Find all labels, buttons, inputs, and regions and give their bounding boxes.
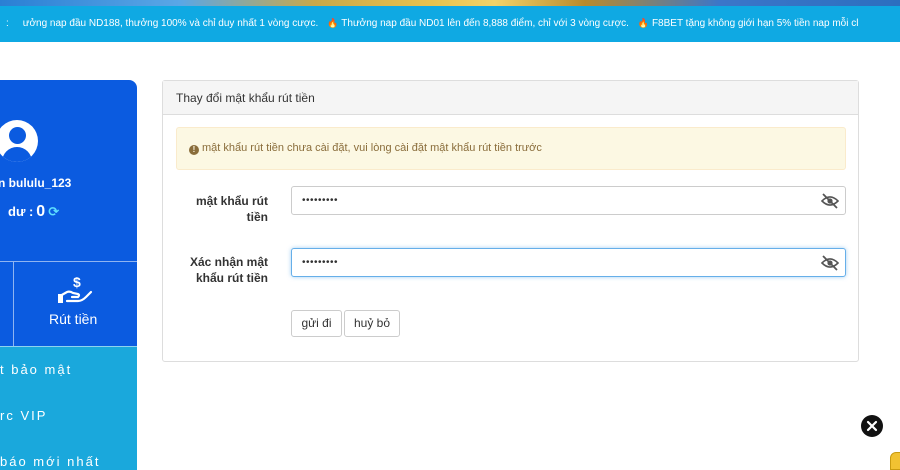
username: n bululu_123 [0,176,72,190]
balance-value: 0 [36,203,46,220]
confirm-label-line1: Xác nhận mật [189,255,268,269]
marquee-message: F8BET tặng không giới hạn 5% tiền nap mỗ… [651,18,859,29]
announcement-marquee: : ưởng nap đầu ND188, thưởng 100% và chỉ … [0,6,900,42]
password-label-line1: mật khẩu rút [195,194,268,208]
avatar[interactable] [0,120,38,162]
sidebar-item-news[interactable]: báo mới nhất [0,454,100,469]
close-popup-button[interactable] [861,415,883,437]
sidebar-item-security[interactable]: t bảo mật [0,362,72,377]
fire-icon: 🔥 [327,18,339,28]
account-sidebar: n bululu_123 dư :0 ⟳ $ Rút tiền t bảo mật… [0,80,137,470]
confirm-password-label: Xác nhận mật khẩu rút tiền [168,254,268,286]
balance-label: dư : [8,204,34,219]
exclamation-icon: ! [189,145,199,155]
actions-divider [13,262,14,347]
marquee-lead: : [6,18,9,29]
password-value: ••••••••• [302,195,339,206]
submit-button[interactable]: gửi đi [291,310,342,337]
change-withdraw-password-panel: Thay đổi mật khẩu rút tiền ! mật khẩu rút… [162,80,859,362]
marquee-message: Thưởng nap đầu ND01 lên đến 8,888 điểm, … [341,18,629,29]
withdraw-label: Rút tiền [49,311,98,327]
warning-alert: ! mật khẩu rút tiền chưa cài đặt, vui lòn… [176,127,846,170]
eye-slash-icon[interactable] [821,255,839,271]
confirm-password-value: ••••••••• [302,257,339,268]
password-label-line2: tiền [246,210,268,224]
eye-slash-icon[interactable] [821,193,839,209]
panel-title: Thay đổi mật khẩu rút tiền [163,81,858,115]
confirm-password-input[interactable]: ••••••••• [291,248,846,277]
fire-icon: 🔥 [637,18,649,28]
close-icon [866,420,878,432]
sidebar-menu: t bảo mật rc VIP báo mới nhất [0,346,137,470]
withdraw-password-input[interactable]: ••••••••• [291,186,846,215]
avatar-head [9,127,26,144]
sidebar-item-vip[interactable]: rc VIP [0,408,47,423]
refresh-icon[interactable]: ⟳ [48,204,59,219]
balance: dư :0 ⟳ [8,203,59,221]
cancel-button[interactable]: huỷ bỏ [344,310,400,337]
floating-gift-icon[interactable] [890,452,900,470]
hand-money-icon: $ [58,274,93,303]
confirm-label-line2: khẩu rút tiền [195,271,268,285]
marquee-message: ưởng nap đầu ND188, thưởng 100% và chỉ d… [22,18,319,29]
alert-text: mật khẩu rút tiền chưa cài đặt, vui lòng… [202,142,542,154]
avatar-body [2,147,32,162]
svg-text:$: $ [73,274,81,290]
marquee-text: : ưởng nap đầu ND188, thưởng 100% và chỉ … [0,6,858,42]
quick-actions: $ Rút tiền [0,261,137,347]
password-label: mật khẩu rút tiền [168,193,268,225]
